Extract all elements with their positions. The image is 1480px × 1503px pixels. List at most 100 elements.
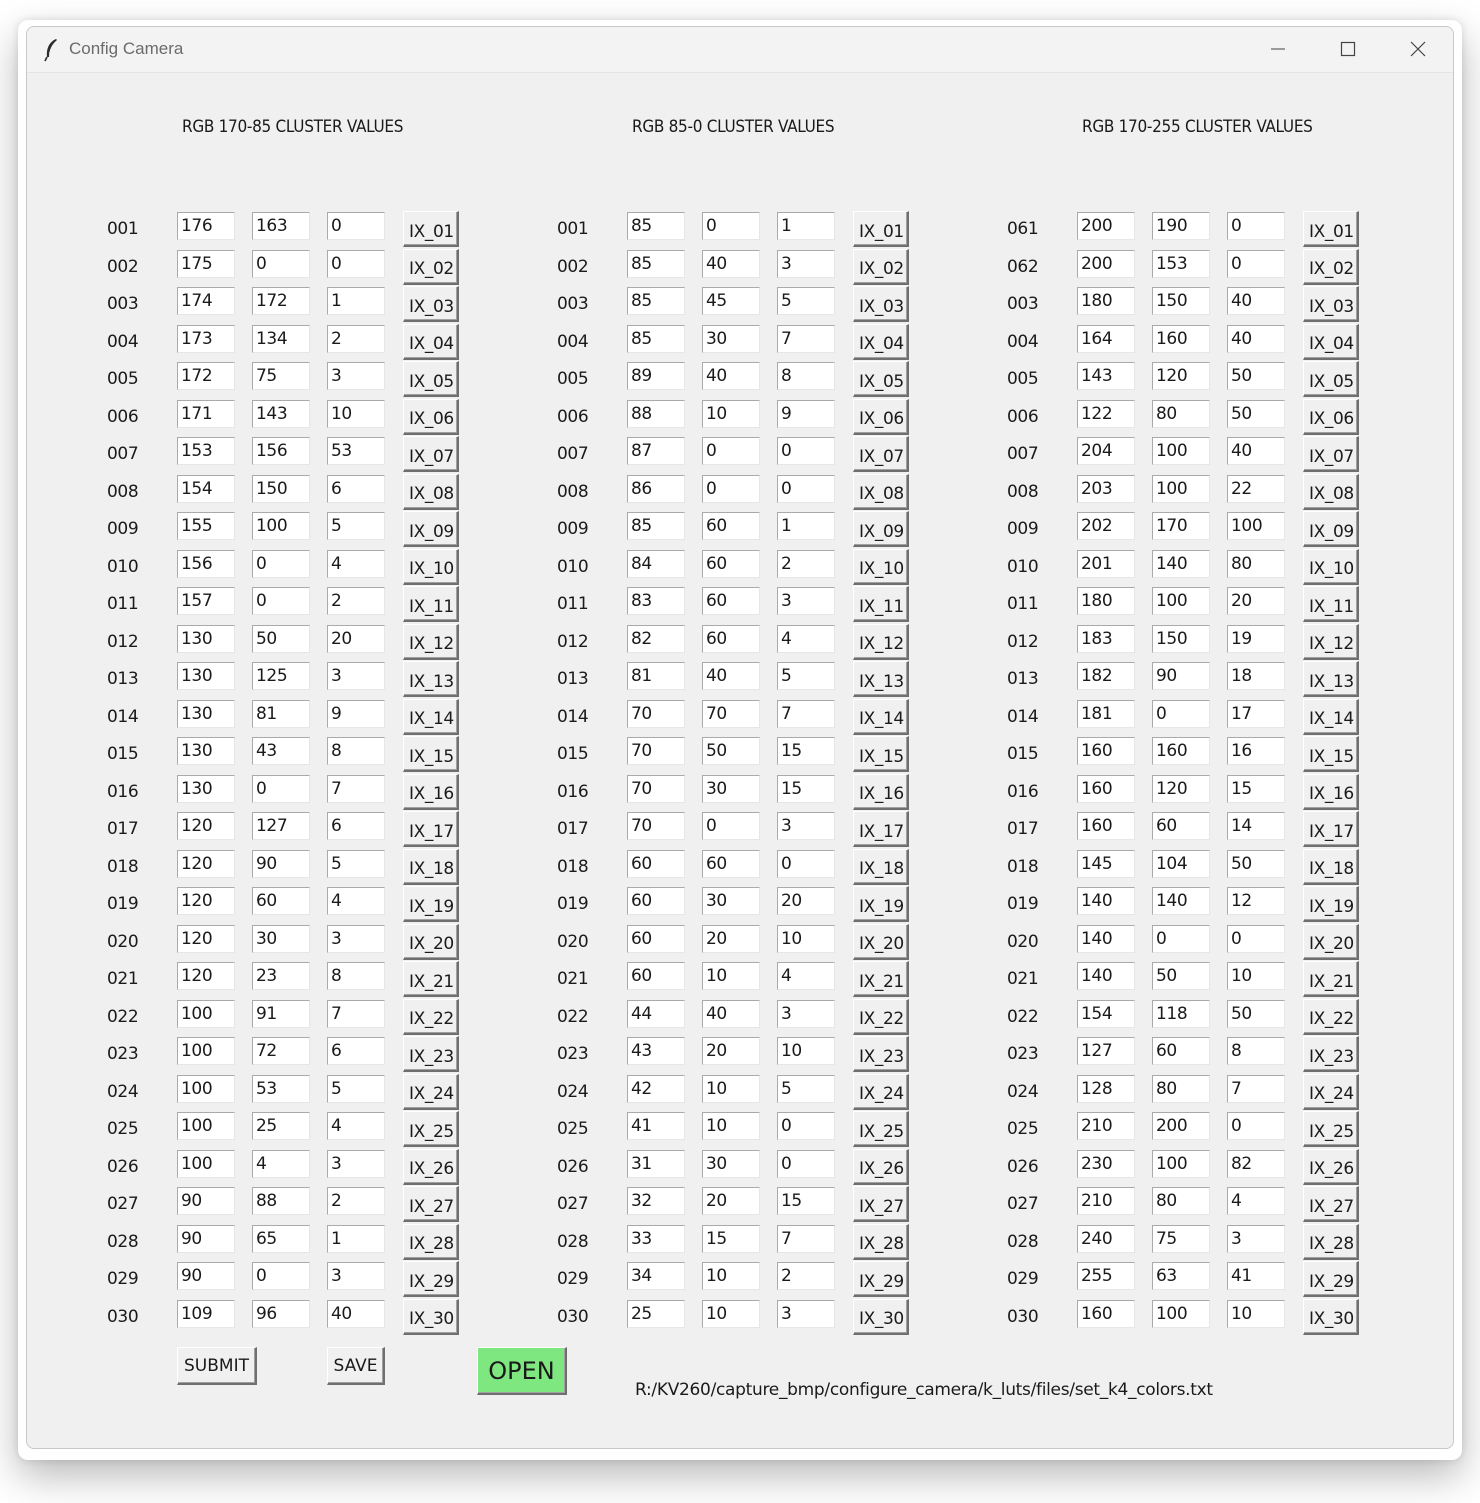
green-value-input[interactable] xyxy=(1152,812,1210,840)
ix-button[interactable]: IX_09 xyxy=(403,511,459,547)
red-value-input[interactable] xyxy=(177,999,235,1028)
red-value-input[interactable] xyxy=(1077,399,1135,428)
ix-button[interactable]: IX_24 xyxy=(403,1073,459,1110)
green-value-input[interactable] xyxy=(252,512,310,540)
red-value-input[interactable] xyxy=(627,962,685,990)
blue-value-input[interactable] xyxy=(1227,1299,1285,1328)
ix-button[interactable]: IX_27 xyxy=(1303,1186,1359,1222)
blue-value-input[interactable] xyxy=(1227,362,1285,390)
blue-value-input[interactable] xyxy=(777,587,835,615)
ix-button[interactable]: IX_24 xyxy=(853,1073,909,1110)
green-value-input[interactable] xyxy=(702,849,760,878)
ix-button[interactable]: IX_09 xyxy=(1303,511,1359,547)
ix-button[interactable]: IX_12 xyxy=(1303,623,1359,660)
red-value-input[interactable] xyxy=(1077,962,1135,990)
ix-button[interactable]: IX_10 xyxy=(853,548,909,585)
blue-value-input[interactable] xyxy=(1227,699,1285,728)
ix-button[interactable]: IX_30 xyxy=(1303,1298,1359,1335)
blue-value-input[interactable] xyxy=(1227,549,1285,578)
blue-value-input[interactable] xyxy=(327,699,385,728)
blue-value-input[interactable] xyxy=(777,437,835,465)
blue-value-input[interactable] xyxy=(777,399,835,428)
open-button[interactable]: OPEN xyxy=(477,1347,567,1395)
ix-button[interactable]: IX_04 xyxy=(853,323,909,360)
ix-button[interactable]: IX_21 xyxy=(1303,961,1359,997)
red-value-input[interactable] xyxy=(1077,662,1135,690)
red-value-input[interactable] xyxy=(1077,999,1135,1028)
blue-value-input[interactable] xyxy=(327,662,385,690)
green-value-input[interactable] xyxy=(1152,662,1210,690)
blue-value-input[interactable] xyxy=(1227,624,1285,653)
red-value-input[interactable] xyxy=(627,924,685,953)
green-value-input[interactable] xyxy=(1152,249,1210,278)
red-value-input[interactable] xyxy=(627,887,685,915)
close-button[interactable] xyxy=(1383,27,1453,72)
blue-value-input[interactable] xyxy=(1227,962,1285,990)
ix-button[interactable]: IX_12 xyxy=(403,623,459,660)
blue-value-input[interactable] xyxy=(327,737,385,765)
ix-button[interactable]: IX_08 xyxy=(1303,473,1359,510)
green-value-input[interactable] xyxy=(702,1224,760,1253)
red-value-input[interactable] xyxy=(1077,549,1135,578)
red-value-input[interactable] xyxy=(1077,512,1135,540)
green-value-input[interactable] xyxy=(252,737,310,765)
blue-value-input[interactable] xyxy=(1227,512,1285,540)
ix-button[interactable]: IX_23 xyxy=(1303,1036,1359,1072)
red-value-input[interactable] xyxy=(627,624,685,653)
red-value-input[interactable] xyxy=(627,512,685,540)
blue-value-input[interactable] xyxy=(777,887,835,915)
ix-button[interactable]: IX_13 xyxy=(853,661,909,697)
ix-button[interactable]: IX_30 xyxy=(853,1298,909,1335)
ix-button[interactable]: IX_03 xyxy=(853,286,909,322)
green-value-input[interactable] xyxy=(1152,1074,1210,1103)
blue-value-input[interactable] xyxy=(327,512,385,540)
ix-button[interactable]: IX_22 xyxy=(1303,998,1359,1035)
red-value-input[interactable] xyxy=(177,1149,235,1178)
blue-value-input[interactable] xyxy=(327,324,385,353)
red-value-input[interactable] xyxy=(177,1299,235,1328)
blue-value-input[interactable] xyxy=(777,324,835,353)
blue-value-input[interactable] xyxy=(777,624,835,653)
ix-button[interactable]: IX_18 xyxy=(853,848,909,885)
ix-button[interactable]: IX_20 xyxy=(853,923,909,960)
green-value-input[interactable] xyxy=(702,587,760,615)
ix-button[interactable]: IX_28 xyxy=(853,1223,909,1260)
green-value-input[interactable] xyxy=(1152,587,1210,615)
red-value-input[interactable] xyxy=(627,1299,685,1328)
blue-value-input[interactable] xyxy=(1227,212,1285,240)
red-value-input[interactable] xyxy=(177,1224,235,1253)
green-value-input[interactable] xyxy=(1152,437,1210,465)
green-value-input[interactable] xyxy=(252,924,310,953)
blue-value-input[interactable] xyxy=(1227,399,1285,428)
green-value-input[interactable] xyxy=(1152,1112,1210,1140)
blue-value-input[interactable] xyxy=(777,849,835,878)
green-value-input[interactable] xyxy=(1152,699,1210,728)
red-value-input[interactable] xyxy=(1077,774,1135,803)
blue-value-input[interactable] xyxy=(327,249,385,278)
ix-button[interactable]: IX_14 xyxy=(853,698,909,735)
ix-button[interactable]: IX_10 xyxy=(403,548,459,585)
ix-button[interactable]: IX_23 xyxy=(403,1036,459,1072)
blue-value-input[interactable] xyxy=(1227,587,1285,615)
blue-value-input[interactable] xyxy=(327,437,385,465)
red-value-input[interactable] xyxy=(177,362,235,390)
blue-value-input[interactable] xyxy=(327,1074,385,1103)
ix-button[interactable]: IX_29 xyxy=(403,1261,459,1297)
ix-button[interactable]: IX_16 xyxy=(853,773,909,810)
red-value-input[interactable] xyxy=(177,887,235,915)
red-value-input[interactable] xyxy=(627,212,685,240)
ix-button[interactable]: IX_18 xyxy=(1303,848,1359,885)
blue-value-input[interactable] xyxy=(327,849,385,878)
red-value-input[interactable] xyxy=(177,849,235,878)
red-value-input[interactable] xyxy=(627,1262,685,1290)
blue-value-input[interactable] xyxy=(1227,1074,1285,1103)
ix-button[interactable]: IX_12 xyxy=(853,623,909,660)
ix-button[interactable]: IX_17 xyxy=(1303,811,1359,847)
ix-button[interactable]: IX_11 xyxy=(853,586,909,622)
green-value-input[interactable] xyxy=(252,1187,310,1215)
green-value-input[interactable] xyxy=(1152,212,1210,240)
red-value-input[interactable] xyxy=(1077,437,1135,465)
red-value-input[interactable] xyxy=(177,1187,235,1215)
blue-value-input[interactable] xyxy=(1227,887,1285,915)
red-value-input[interactable] xyxy=(177,587,235,615)
